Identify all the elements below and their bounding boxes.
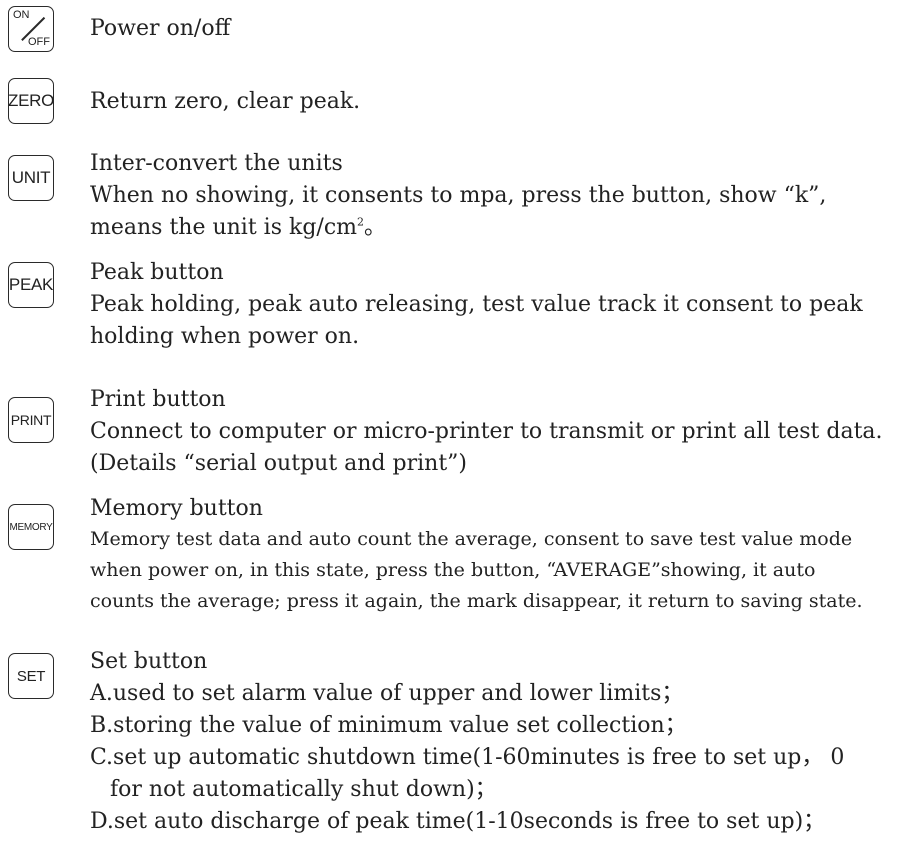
- memory-text-1: Memory test data and auto count the aver…: [90, 528, 853, 550]
- memory-key-icon: MEMORY: [8, 504, 54, 550]
- power-description: Power on/off: [90, 13, 910, 45]
- memory-text-2: when power on, in this state, press the …: [90, 559, 816, 581]
- set-item-d: D.set auto discharge of peak time(1-10se…: [90, 809, 826, 834]
- peak-key-label: PEAK: [8, 275, 54, 294]
- set-item-c: C.set up automatic shutdown time(1-60min…: [90, 745, 845, 770]
- unit-title: Inter-convert the units: [90, 151, 343, 176]
- print-key-icon: PRINT: [8, 397, 54, 443]
- peak-description: Peak button Peak holding, peak auto rele…: [90, 257, 910, 353]
- print-title: Print button: [90, 387, 226, 412]
- memory-description: Memory button Memory test data and auto …: [90, 493, 910, 617]
- unit-text-2: means the unit is kg/cm2。: [90, 215, 387, 240]
- set-item-b: B.storing the value of minimum value set…: [90, 713, 687, 738]
- peak-title: Peak button: [90, 260, 224, 285]
- unit-text-1: When no showing, it consents to mpa, pre…: [90, 183, 827, 208]
- set-item-a: A.used to set alarm value of upper and l…: [90, 681, 684, 706]
- unit-description: Inter-convert the units When no showing,…: [90, 148, 910, 244]
- peak-text-2: holding when power on.: [90, 324, 360, 349]
- print-text-1: Connect to computer or micro-printer to …: [90, 419, 883, 444]
- on-label: ON: [13, 9, 30, 21]
- print-text-2: (Details “serial output and print”): [90, 451, 467, 476]
- superscript-2: 2: [357, 215, 365, 229]
- peak-text-1: Peak holding, peak auto releasing, test …: [90, 292, 863, 317]
- set-key-icon: SET: [8, 653, 54, 699]
- unit-key-label: UNIT: [11, 168, 51, 187]
- zero-key-label: ZERO: [8, 91, 54, 110]
- memory-title: Memory button: [90, 496, 263, 521]
- peak-key-icon: PEAK: [8, 262, 54, 308]
- print-key-label: PRINT: [10, 412, 52, 428]
- set-description: Set button A.used to set alarm value of …: [90, 646, 910, 838]
- print-description: Print button Connect to computer or micr…: [90, 384, 910, 480]
- set-key-label: SET: [16, 667, 46, 685]
- off-label: OFF: [28, 36, 50, 48]
- zero-key-icon: ZERO: [8, 78, 54, 124]
- on-off-key-icon: ON OFF: [8, 6, 54, 52]
- unit-key-icon: UNIT: [8, 155, 54, 201]
- memory-key-label: MEMORY: [9, 521, 53, 533]
- set-title: Set button: [90, 649, 208, 674]
- zero-description: Return zero, clear peak.: [90, 86, 910, 118]
- memory-text-3: counts the average; press it again, the …: [90, 590, 863, 612]
- zero-title: Return zero, clear peak.: [90, 89, 361, 114]
- set-item-c-cont: for not automatically shut down)；: [110, 777, 497, 802]
- power-title: Power on/off: [90, 16, 231, 41]
